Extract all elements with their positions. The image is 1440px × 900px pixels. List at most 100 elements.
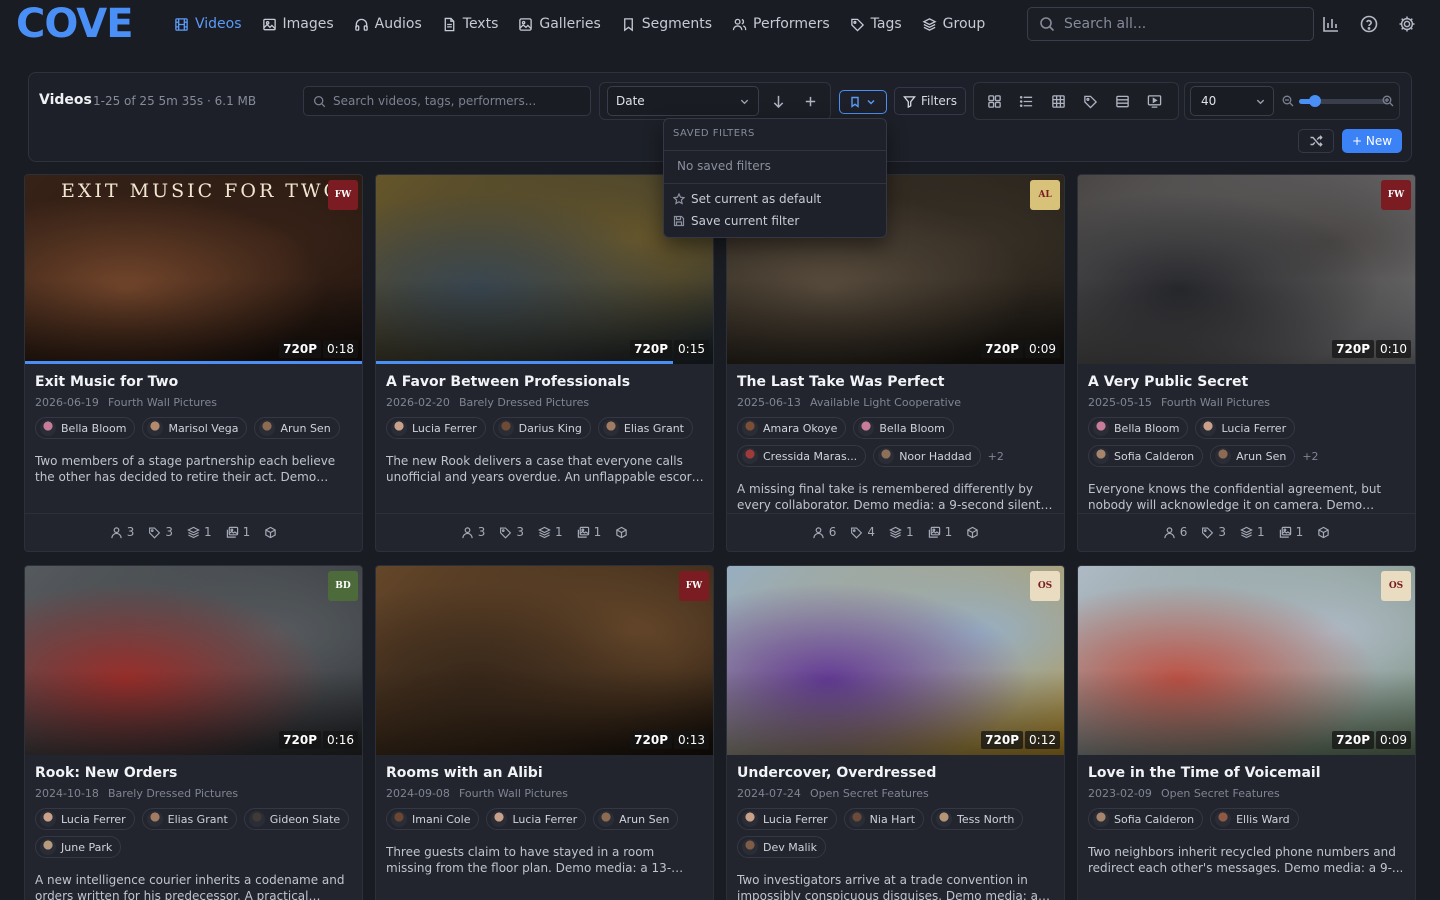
stat-galleries[interactable]: 1 xyxy=(1279,525,1303,539)
video-card[interactable]: BD 720P 0:16 Rook: New Orders 2024-10-18 Bare… xyxy=(24,565,363,900)
studio-link[interactable]: Fourth Wall Pictures xyxy=(1161,396,1270,409)
stat-tags[interactable]: 3 xyxy=(499,525,524,539)
stat-performers[interactable]: 3 xyxy=(461,525,485,539)
stat-tags[interactable]: 3 xyxy=(1201,525,1226,539)
grid-view-button[interactable] xyxy=(979,86,1009,116)
list-view-button[interactable] xyxy=(1011,86,1041,116)
performer-chip[interactable]: Marisol Vega xyxy=(142,417,248,439)
performer-chip[interactable]: Sofia Calderon xyxy=(1088,445,1204,467)
compact-view-button[interactable] xyxy=(1107,86,1137,116)
video-thumbnail[interactable]: OS 720P 0:12 xyxy=(727,566,1064,755)
performer-chip[interactable]: Bella Bloom xyxy=(35,417,136,439)
nav-item-galleries[interactable]: Galleries xyxy=(510,10,608,38)
performer-chip[interactable]: Noor Haddad xyxy=(873,445,981,467)
studio-link[interactable]: Available Light Cooperative xyxy=(810,396,961,409)
videos-search-input[interactable]: Search videos, tags, performers... xyxy=(303,86,591,116)
stat-tags[interactable]: 3 xyxy=(148,525,173,539)
video-card[interactable]: EXIT MUSIC FOR TWO FW 720P 0:18 Exit Music f… xyxy=(24,174,363,552)
zoom-slider[interactable] xyxy=(1299,95,1387,107)
nav-item-tags[interactable]: Tags xyxy=(842,10,910,38)
gear-icon[interactable] xyxy=(1398,15,1416,33)
studio-link[interactable]: Barely Dressed Pictures xyxy=(108,787,238,800)
stat-performers[interactable]: 6 xyxy=(812,525,836,539)
nav-item-performers[interactable]: Performers xyxy=(724,10,838,38)
set-default-menu-item[interactable]: Set current as default xyxy=(673,192,821,206)
performer-chip[interactable]: Lucia Ferrer xyxy=(737,808,837,830)
stat-tags[interactable]: 4 xyxy=(850,525,875,539)
stat-groups[interactable]: 1 xyxy=(187,525,212,539)
zoom-in-icon[interactable] xyxy=(1382,95,1394,107)
performer-chip[interactable]: Lucia Ferrer xyxy=(1195,417,1296,439)
new-video-button[interactable]: + New xyxy=(1342,129,1402,153)
video-title[interactable]: Rook: New Orders xyxy=(35,765,177,781)
performer-chip[interactable]: Elias Grant xyxy=(141,808,237,830)
zoom-out-icon[interactable] xyxy=(1282,95,1294,107)
video-title[interactable]: A Very Public Secret xyxy=(1088,374,1248,390)
add-sort-button[interactable] xyxy=(795,86,825,116)
table-view-button[interactable] xyxy=(1043,86,1073,116)
tagger-view-button[interactable] xyxy=(1075,86,1105,116)
studio-link[interactable]: Open Secret Features xyxy=(810,787,929,800)
per-page-select[interactable]: 40 xyxy=(1190,86,1274,116)
performer-chip[interactable]: Cressida Maras... xyxy=(737,445,867,467)
sort-direction-button[interactable] xyxy=(763,86,793,116)
stat-groups[interactable]: 1 xyxy=(538,525,563,539)
more-performers-count[interactable]: +2 xyxy=(1302,450,1318,463)
studio-link[interactable]: Fourth Wall Pictures xyxy=(108,396,217,409)
performer-chip[interactable]: Ellis Ward xyxy=(1210,808,1299,830)
stat-groups[interactable]: 1 xyxy=(889,525,914,539)
stat-performers[interactable]: 6 xyxy=(1163,525,1187,539)
wall-view-button[interactable] xyxy=(1139,86,1169,116)
filters-button[interactable]: Filters xyxy=(894,87,966,115)
nav-item-audios[interactable]: Audios xyxy=(346,10,430,38)
performer-chip[interactable]: Nia Hart xyxy=(843,808,925,830)
organized-cube-icon[interactable] xyxy=(966,525,979,539)
performer-chip[interactable]: Amara Okoye xyxy=(737,417,847,439)
performer-chip[interactable]: Bella Bloom xyxy=(853,417,954,439)
performer-chip[interactable]: Elias Grant xyxy=(597,417,693,439)
video-thumbnail[interactable]: EXIT MUSIC FOR TWO FW 720P 0:18 xyxy=(25,175,362,364)
stat-performers[interactable]: 3 xyxy=(110,525,134,539)
performer-chip[interactable]: Arun Sen xyxy=(1210,445,1296,467)
nav-item-images[interactable]: Images xyxy=(254,10,342,38)
video-title[interactable]: Rooms with an Alibi xyxy=(386,765,543,781)
video-card[interactable]: OS 720P 0:12 Undercover, Overdressed 2024-07… xyxy=(726,565,1065,900)
shuffle-button[interactable] xyxy=(1298,129,1334,153)
video-title[interactable]: Love in the Time of Voicemail xyxy=(1088,765,1321,781)
organized-cube-icon[interactable] xyxy=(1317,525,1330,539)
nav-item-texts[interactable]: Texts xyxy=(434,10,507,38)
bar-chart-icon[interactable] xyxy=(1322,15,1340,33)
video-thumbnail[interactable]: FW 720P 0:10 xyxy=(1078,175,1415,364)
video-title[interactable]: Exit Music for Two xyxy=(35,374,178,390)
nav-item-segments[interactable]: Segments xyxy=(613,10,720,38)
save-filter-menu-item[interactable]: Save current filter xyxy=(673,214,799,228)
organized-cube-icon[interactable] xyxy=(264,525,277,539)
video-thumbnail[interactable]: OS 720P 0:09 xyxy=(1078,566,1415,755)
help-icon[interactable] xyxy=(1360,15,1378,33)
nav-item-group[interactable]: Group xyxy=(914,10,994,38)
organized-cube-icon[interactable] xyxy=(615,525,628,539)
performer-chip[interactable]: Imani Cole xyxy=(386,808,480,830)
studio-link[interactable]: Open Secret Features xyxy=(1161,787,1280,800)
performer-chip[interactable]: Dev Malik xyxy=(737,836,826,858)
video-card[interactable]: FW 720P 0:13 Rooms with an Alibi 2024-09-08 F… xyxy=(375,565,714,900)
performer-chip[interactable]: Lucia Ferrer xyxy=(35,808,135,830)
performer-chip[interactable]: Arun Sen xyxy=(593,808,679,830)
video-title[interactable]: A Favor Between Professionals xyxy=(386,374,630,390)
video-thumbnail[interactable]: BD 720P 0:16 xyxy=(25,566,362,755)
saved-filters-button[interactable] xyxy=(839,90,887,114)
app-logo[interactable]: COVE xyxy=(16,4,138,44)
stat-galleries[interactable]: 1 xyxy=(577,525,601,539)
stat-groups[interactable]: 1 xyxy=(1240,525,1265,539)
video-card[interactable]: FW 720P 0:10 A Very Public Secret 2025-05-15… xyxy=(1077,174,1416,552)
sort-select[interactable]: Date xyxy=(607,86,759,116)
nav-item-videos[interactable]: Videos xyxy=(166,10,250,38)
global-search-input[interactable]: Search all... xyxy=(1027,7,1314,41)
performer-chip[interactable]: Tess North xyxy=(931,808,1024,830)
performer-chip[interactable]: Lucia Ferrer xyxy=(386,417,486,439)
performer-chip[interactable]: Lucia Ferrer xyxy=(486,808,587,830)
video-thumbnail[interactable]: FW 720P 0:13 xyxy=(376,566,713,755)
studio-link[interactable]: Barely Dressed Pictures xyxy=(459,396,589,409)
performer-chip[interactable]: Arun Sen xyxy=(254,417,340,439)
more-performers-count[interactable]: +2 xyxy=(988,450,1004,463)
